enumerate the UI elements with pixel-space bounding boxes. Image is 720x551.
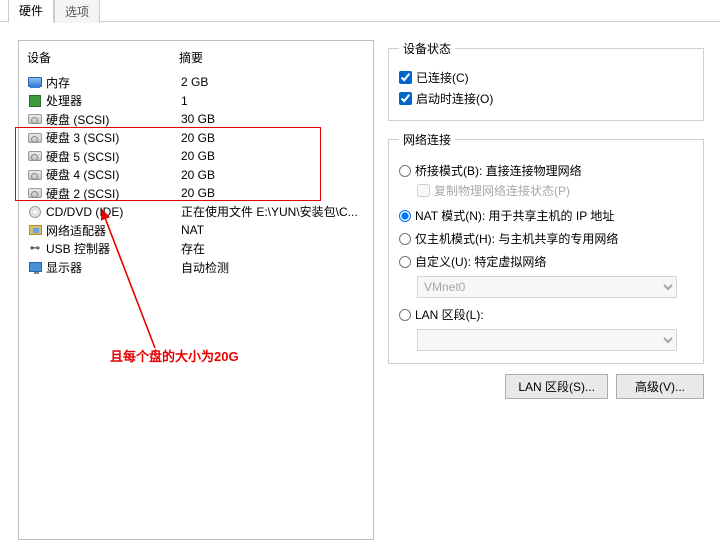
network-icon [29, 225, 42, 235]
radio-bridge-label: 桥接模式(B): 直接连接物理网络 [415, 162, 582, 179]
device-name: CD/DVD (IDE) [46, 205, 181, 219]
device-name: 硬盘 (SCSI) [46, 111, 181, 128]
checkbox-connect-on-start-input[interactable] [399, 92, 412, 105]
hdd-icon [28, 151, 42, 161]
device-summary: 30 GB [181, 112, 373, 126]
device-row[interactable]: ⊷ USB 控制器存在 [25, 240, 373, 259]
radio-host-only[interactable]: 仅主机模式(H): 与主机共享的专用网络 [399, 230, 693, 247]
radio-nat-input[interactable] [399, 210, 411, 222]
tab-options[interactable]: 选项 [54, 0, 100, 23]
radio-custom[interactable]: 自定义(U): 特定虚拟网络 [399, 253, 693, 270]
hdd-icon [28, 114, 42, 124]
device-row[interactable]: 硬盘 (SCSI)30 GB [25, 110, 373, 129]
tab-hardware[interactable]: 硬件 [8, 0, 54, 23]
device-summary: NAT [181, 223, 373, 237]
device-summary: 存在 [181, 240, 373, 257]
device-name: 网络适配器 [46, 222, 181, 239]
radio-lan-segment[interactable]: LAN 区段(L): [399, 306, 693, 323]
device-summary: 20 GB [181, 149, 373, 163]
device-row[interactable]: 处理器1 [25, 92, 373, 111]
device-panel: 设备 摘要 内存2 GB处理器1硬盘 (SCSI)30 GB硬盘 3 (SCSI… [18, 40, 374, 540]
col-header-summary: 摘要 [179, 49, 365, 66]
monitor-icon [29, 262, 42, 272]
network-connection-group: 网络连接 桥接模式(B): 直接连接物理网络 复制物理网络连接状态(P) NAT… [388, 131, 704, 364]
radio-custom-input[interactable] [399, 256, 411, 268]
device-name: 内存 [46, 74, 181, 91]
checkbox-bridge-copy-state: 复制物理网络连接状态(P) [417, 182, 693, 199]
tab-bar: 硬件 选项 [8, 0, 100, 22]
settings-panel: 设备状态 已连接(C) 启动时连接(O) 网络连接 桥接模式(B): 直接连接物… [388, 40, 704, 540]
hdd-icon [28, 133, 42, 143]
radio-custom-label: 自定义(U): 特定虚拟网络 [415, 253, 546, 270]
checkbox-connect-on-start-label: 启动时连接(O) [416, 90, 493, 107]
device-row[interactable]: 网络适配器NAT [25, 221, 373, 240]
device-row[interactable]: 显示器自动检测 [25, 258, 373, 277]
network-connection-legend: 网络连接 [399, 131, 455, 148]
device-name: 处理器 [46, 92, 181, 109]
device-row[interactable]: 内存2 GB [25, 73, 373, 92]
device-name: 硬盘 3 (SCSI) [46, 129, 181, 146]
advanced-button[interactable]: 高级(V)... [616, 374, 704, 399]
checkbox-bridge-copy-state-label: 复制物理网络连接状态(P) [434, 182, 570, 199]
cpu-icon [29, 95, 41, 107]
device-status-group: 设备状态 已连接(C) 启动时连接(O) [388, 40, 704, 121]
annotation-text: 且每个盘的大小为20G [110, 346, 239, 365]
col-header-device: 设备 [27, 49, 179, 66]
device-status-legend: 设备状态 [399, 40, 455, 57]
device-summary: 20 GB [181, 186, 373, 200]
memory-icon [28, 77, 42, 87]
device-name: 硬盘 4 (SCSI) [46, 166, 181, 183]
lan-segments-button[interactable]: LAN 区段(S)... [505, 374, 608, 399]
device-summary: 20 GB [181, 131, 373, 145]
device-row[interactable]: 硬盘 2 (SCSI)20 GB [25, 184, 373, 203]
radio-host-only-label: 仅主机模式(H): 与主机共享的专用网络 [415, 230, 618, 247]
checkbox-bridge-copy-state-input [417, 184, 430, 197]
radio-bridge[interactable]: 桥接模式(B): 直接连接物理网络 [399, 162, 693, 179]
device-row[interactable]: 硬盘 5 (SCSI)20 GB [25, 147, 373, 166]
radio-nat-label: NAT 模式(N): 用于共享主机的 IP 地址 [415, 207, 614, 224]
hdd-icon [28, 188, 42, 198]
device-name: 硬盘 2 (SCSI) [46, 185, 181, 202]
device-row[interactable]: CD/DVD (IDE)正在使用文件 E:\YUN\安装包\C... [25, 203, 373, 222]
radio-lan-segment-input[interactable] [399, 309, 411, 321]
device-name: USB 控制器 [46, 240, 181, 257]
checkbox-connected[interactable]: 已连接(C) [399, 69, 693, 86]
device-summary: 2 GB [181, 75, 373, 89]
select-lan-segment [417, 329, 677, 351]
checkbox-connected-input[interactable] [399, 71, 412, 84]
usb-icon: ⊷ [30, 244, 40, 254]
device-row[interactable]: 硬盘 4 (SCSI)20 GB [25, 166, 373, 185]
device-row[interactable]: 硬盘 3 (SCSI)20 GB [25, 129, 373, 148]
cd-icon [29, 206, 41, 218]
select-custom-vmnet: VMnet0 [417, 276, 677, 298]
device-summary: 20 GB [181, 168, 373, 182]
hdd-icon [28, 170, 42, 180]
device-summary: 自动检测 [181, 259, 373, 276]
checkbox-connect-on-start[interactable]: 启动时连接(O) [399, 90, 693, 107]
checkbox-connected-label: 已连接(C) [416, 69, 469, 86]
device-name: 显示器 [46, 259, 181, 276]
radio-bridge-input[interactable] [399, 165, 411, 177]
radio-nat[interactable]: NAT 模式(N): 用于共享主机的 IP 地址 [399, 207, 693, 224]
device-summary: 正在使用文件 E:\YUN\安装包\C... [181, 203, 373, 220]
device-name: 硬盘 5 (SCSI) [46, 148, 181, 165]
radio-lan-segment-label: LAN 区段(L): [415, 306, 484, 323]
radio-host-only-input[interactable] [399, 233, 411, 245]
device-list: 内存2 GB处理器1硬盘 (SCSI)30 GB硬盘 3 (SCSI)20 GB… [19, 70, 373, 277]
device-summary: 1 [181, 94, 373, 108]
